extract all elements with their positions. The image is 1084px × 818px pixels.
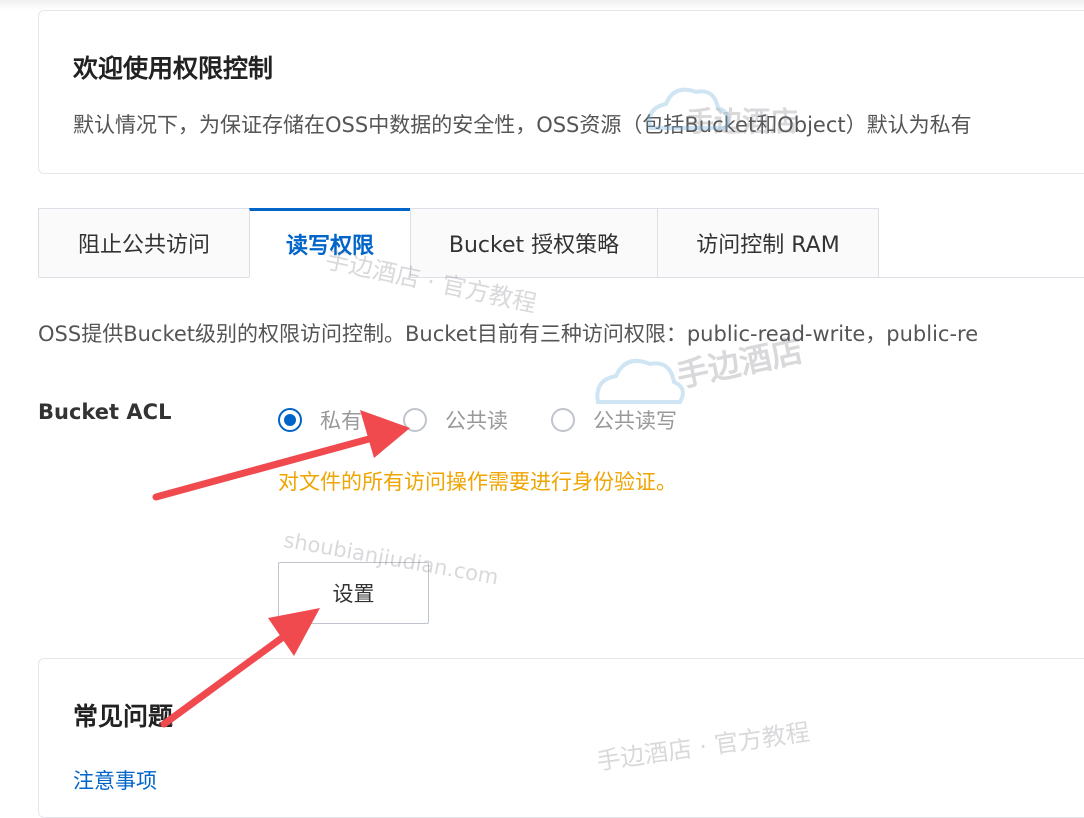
acl-option-label: 私有	[320, 409, 362, 433]
faq-title: 常见问题	[73, 702, 174, 731]
tab-bucket-policy[interactable]: Bucket 授权策略	[410, 208, 658, 278]
welcome-description: 默认情况下，为保证存储在OSS中数据的安全性，OSS资源（包括Bucket和Ob…	[73, 113, 972, 137]
acl-description: OSS提供Bucket级别的权限访问控制。Bucket目前有三种访问权限：pub…	[38, 322, 979, 346]
radio-unchecked-icon	[403, 408, 427, 432]
acl-option-public-read[interactable]: 公共读	[403, 404, 508, 436]
radio-checked-icon	[278, 408, 302, 432]
welcome-title: 欢迎使用权限控制	[73, 54, 274, 83]
radio-unchecked-icon	[551, 408, 575, 432]
acl-option-label: 公共读	[445, 409, 508, 433]
tab-ram-access-control[interactable]: 访问控制 RAM	[657, 208, 879, 278]
cloud-icon	[595, 359, 685, 404]
acl-option-label: 公共读写	[593, 409, 677, 433]
set-button[interactable]: 设置	[278, 562, 429, 624]
welcome-card: 欢迎使用权限控制 默认情况下，为保证存储在OSS中数据的安全性，OSS资源（包括…	[38, 10, 1084, 174]
tab-block-public-access[interactable]: 阻止公共访问	[38, 208, 250, 278]
tab-read-write-permission[interactable]: 读写权限	[249, 208, 411, 278]
permission-tabs: 阻止公共访问 读写权限 Bucket 授权策略 访问控制 RAM	[38, 208, 1084, 278]
acl-option-private[interactable]: 私有	[278, 404, 362, 436]
faq-notes-link[interactable]: 注意事项	[73, 765, 157, 795]
acl-option-public-read-write[interactable]: 公共读写	[551, 404, 677, 436]
acl-hint: 对文件的所有访问操作需要进行身份验证。	[278, 470, 677, 494]
bucket-acl-label: Bucket ACL	[38, 400, 172, 424]
faq-card: 常见问题 注意事项	[38, 658, 1084, 818]
top-divider	[0, 0, 1084, 10]
